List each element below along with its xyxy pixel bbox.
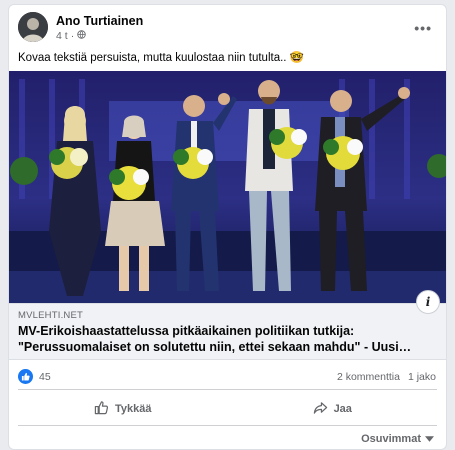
author-name[interactable]: Ano Turtiainen — [56, 14, 143, 28]
post-stats: 45 2 kommenttia 1 jako — [18, 369, 436, 387]
link-headline[interactable]: MV-Erikoishaastattelussa pitkäaikainen p… — [18, 323, 438, 355]
public-globe-icon — [77, 30, 86, 42]
event-photo — [9, 71, 446, 303]
share-button[interactable]: Jaa — [228, 394, 438, 424]
thumbs-up-icon — [94, 400, 109, 418]
post-text: Kovaa tekstiä persuista, mutta kuulostaa… — [18, 52, 304, 64]
caret-down-icon — [425, 433, 434, 445]
share-count[interactable]: 1 jako — [408, 371, 436, 383]
like-button[interactable]: Tykkää — [18, 394, 228, 424]
share-arrow-icon — [313, 400, 328, 418]
post-header: Ano Turtiainen 4 t · ••• — [18, 12, 446, 46]
post-actions: Tykkää Jaa — [18, 394, 437, 424]
link-preview-image[interactable] — [9, 71, 446, 303]
link-domain: MVLEHTI.NET — [18, 310, 84, 321]
info-icon[interactable]: i — [416, 290, 440, 314]
divider — [18, 389, 437, 390]
post-card: Ano Turtiainen 4 t · ••• Kovaa tekstiä p… — [8, 4, 447, 450]
author-avatar[interactable] — [18, 12, 48, 42]
share-button-label: Jaa — [333, 403, 352, 415]
like-button-label: Tykkää — [115, 403, 152, 415]
divider — [18, 425, 437, 426]
comment-count[interactable]: 2 kommenttia — [337, 371, 400, 383]
comments-sort-dropdown[interactable]: Osuvimmat — [361, 433, 434, 445]
post-time[interactable]: 4 t — [56, 30, 68, 42]
like-count[interactable]: 45 — [39, 371, 51, 383]
more-options-icon[interactable]: ••• — [414, 20, 432, 36]
like-reaction-icon[interactable] — [18, 369, 33, 384]
comments-sort-label: Osuvimmat — [361, 433, 421, 445]
post-meta: 4 t · — [56, 30, 86, 42]
link-preview[interactable]: i MVLEHTI.NET MV-Erikoishaastattelussa p… — [9, 290, 446, 360]
